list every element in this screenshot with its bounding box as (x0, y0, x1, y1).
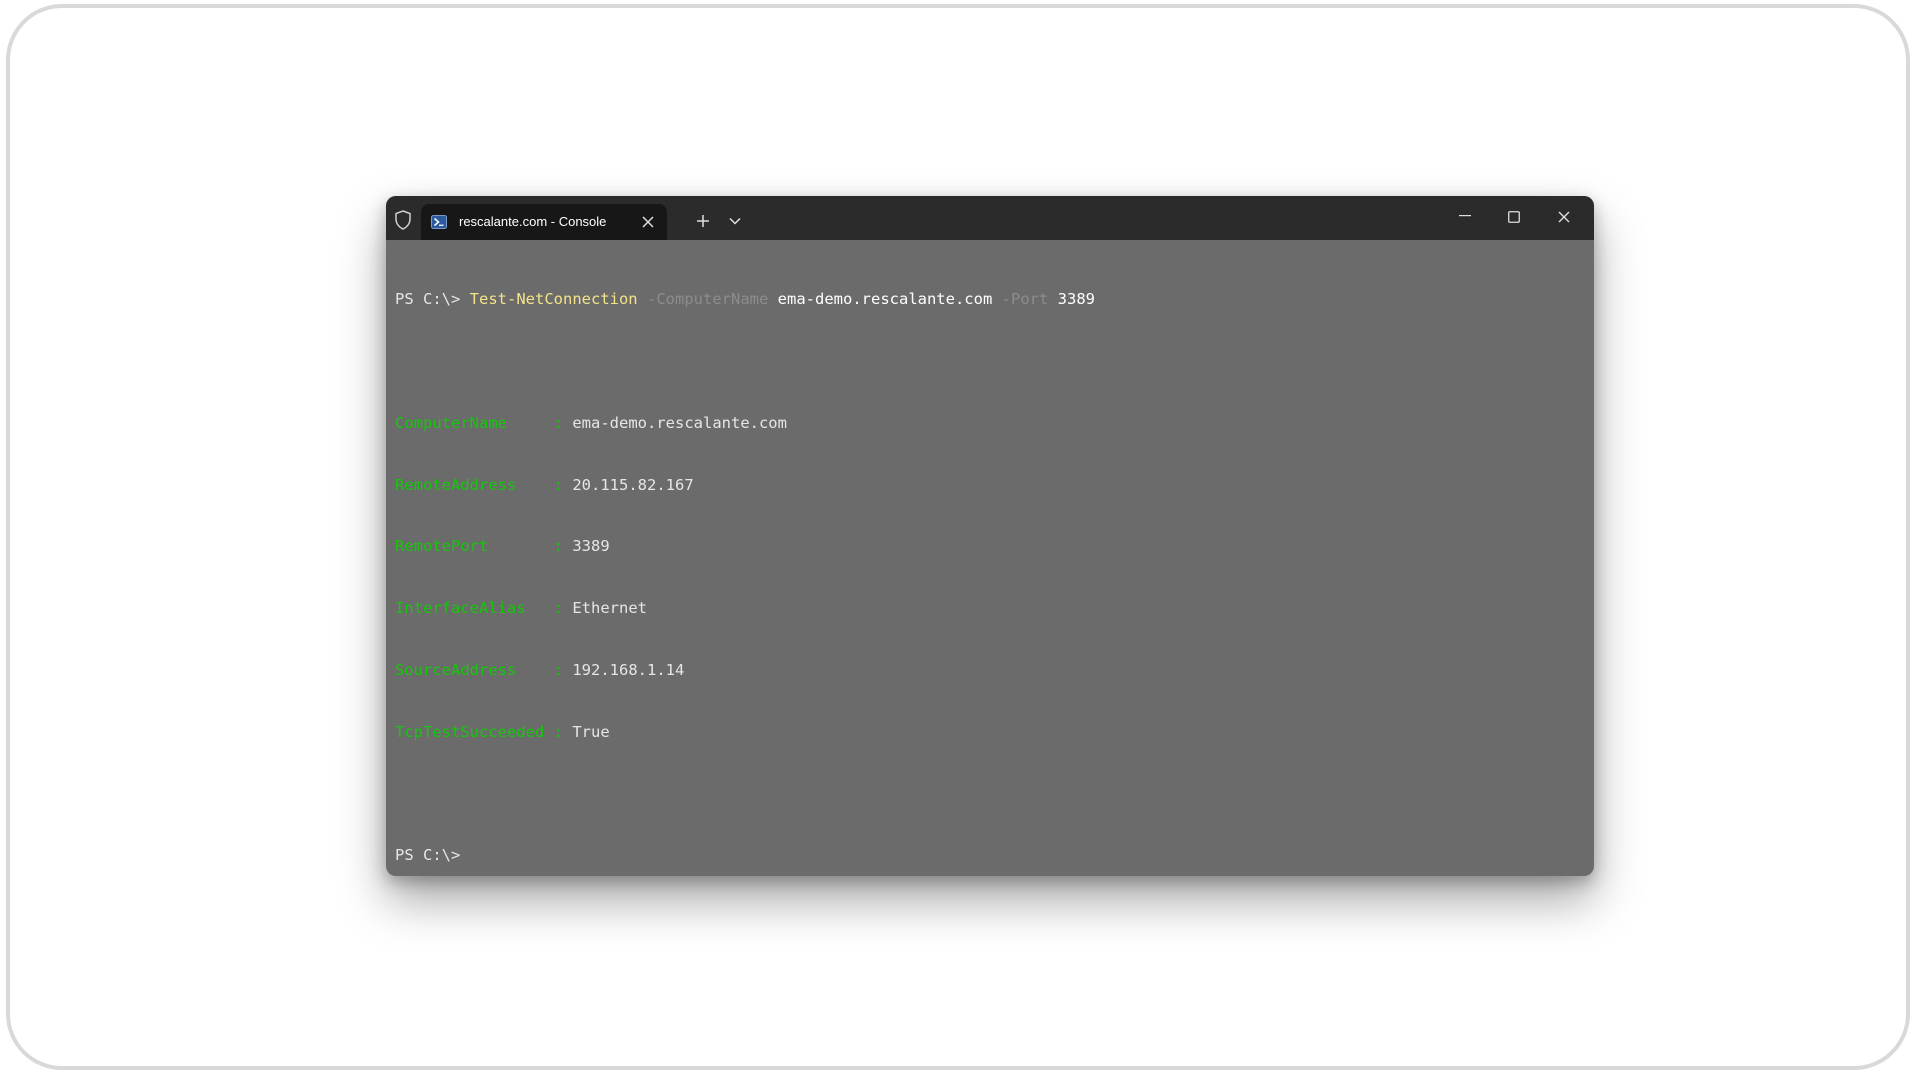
minimize-icon[interactable] (1459, 215, 1471, 217)
output-row: RemotePort : 3389 (395, 537, 610, 556)
powershell-icon (431, 215, 447, 229)
property-value: True (572, 722, 610, 741)
maximize-icon[interactable] (1508, 211, 1520, 223)
output-row: SourceAddress : 192.168.1.14 (395, 660, 685, 679)
shield-icon (395, 210, 411, 230)
plus-icon[interactable] (696, 214, 710, 228)
output-row: ComputerName : ema-demo.rescalante.com (395, 413, 787, 432)
property-key: RemotePort (395, 537, 489, 556)
property-key: ComputerName (395, 413, 507, 432)
property-key: SourceAddress (395, 660, 517, 679)
argument-computername: ema-demo.rescalante.com (777, 290, 993, 309)
output-row: InterfaceAlias : Ethernet (395, 599, 647, 618)
tab-console[interactable]: rescalante.com - Console (421, 204, 667, 240)
tab-title: rescalante.com - Console (459, 214, 607, 229)
command-line: PS C:\> Test-NetConnection -ComputerName… (395, 289, 1585, 310)
title-bar[interactable]: rescalante.com - Console (386, 196, 1594, 240)
property-key: TcpTestSucceeded (395, 722, 545, 741)
parameter-port: -Port (1001, 290, 1049, 309)
terminal-window: rescalante.com - Console PS C:\> Test-Ne… (386, 196, 1594, 876)
property-value: 20.115.82.167 (572, 475, 694, 494)
cmdlet-name: Test-NetConnection (469, 290, 638, 309)
prompt: PS C:\> (395, 846, 461, 865)
parameter-computername: -ComputerName (647, 290, 769, 309)
console-output[interactable]: PS C:\> Test-NetConnection -ComputerName… (395, 248, 1585, 876)
property-key: InterfaceAlias (395, 599, 526, 618)
close-icon[interactable] (1558, 211, 1570, 223)
output-row: TcpTestSucceeded : True (395, 722, 610, 741)
final-prompt-line: PS C:\> (395, 845, 1585, 866)
argument-port: 3389 (1057, 290, 1095, 309)
property-value: 192.168.1.14 (572, 660, 685, 679)
close-icon[interactable] (641, 215, 655, 229)
property-value: Ethernet (572, 599, 647, 618)
property-value: ema-demo.rescalante.com (572, 413, 787, 432)
output-row: RemoteAddress : 20.115.82.167 (395, 475, 694, 494)
chevron-down-icon[interactable] (729, 217, 741, 225)
prompt: PS C:\> (395, 290, 461, 309)
property-value: 3389 (572, 537, 610, 556)
property-key: RemoteAddress (395, 475, 517, 494)
